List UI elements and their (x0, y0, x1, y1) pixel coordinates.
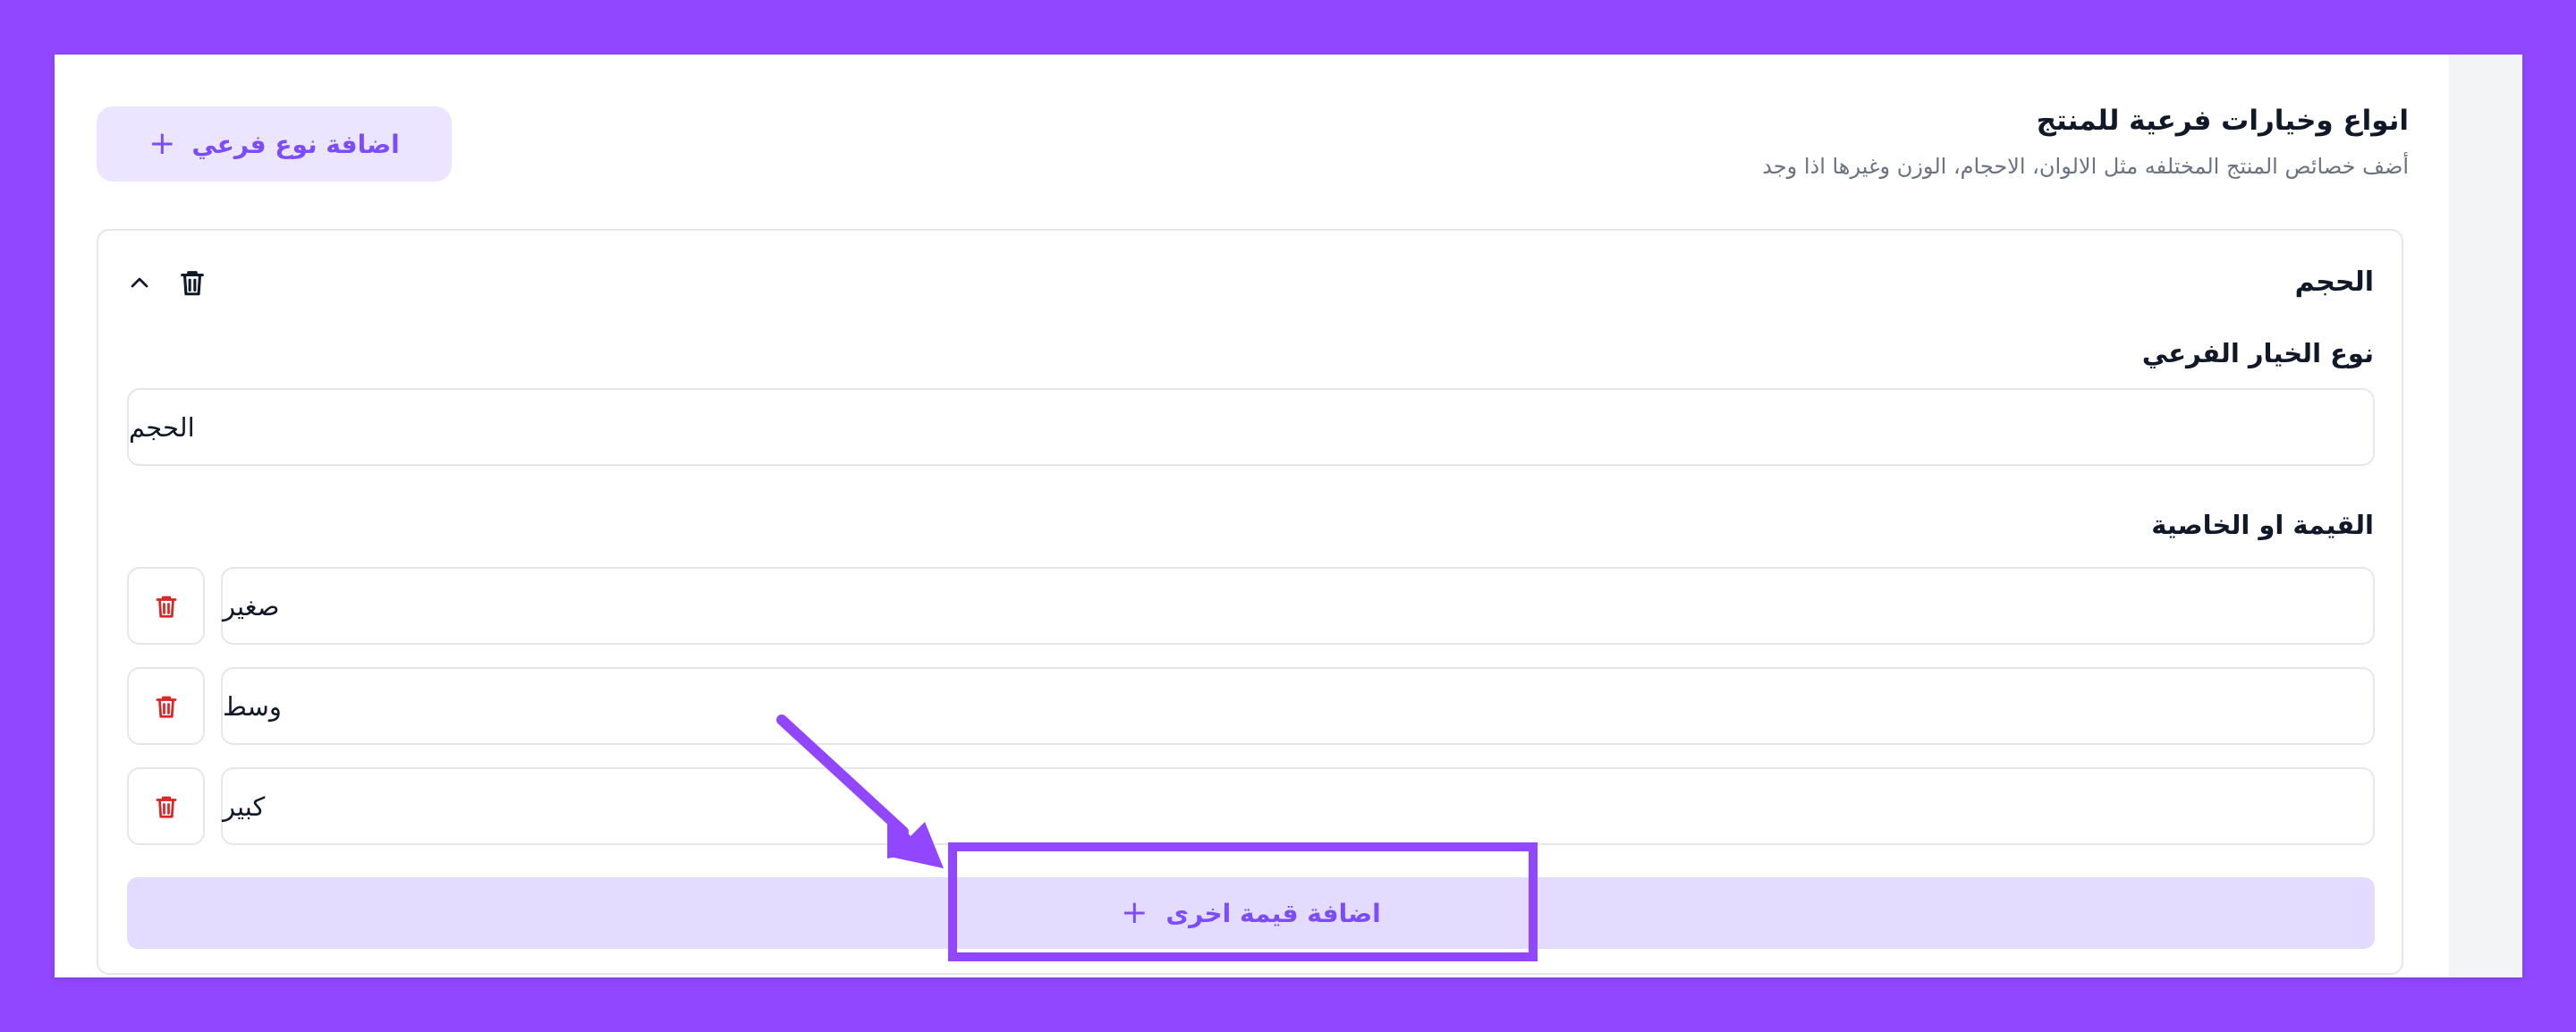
trash-icon (156, 596, 176, 618)
values-label: القيمة او الخاصية (2151, 510, 2374, 540)
delete-value-button[interactable] (127, 667, 205, 745)
value-input[interactable]: وسط (221, 667, 2375, 745)
panel-content: انواع وخيارات فرعية للمنتج أضف خصائص الم… (55, 55, 2449, 977)
add-variant-button[interactable]: اضافة نوع فرعي + (97, 106, 452, 182)
highlight-box (948, 842, 1538, 961)
section-subtitle: أضف خصائص المنتج المختلفه مثل الالوان، ا… (1762, 154, 2409, 179)
plus-icon: + (148, 125, 176, 162)
add-variant-label: اضافة نوع فرعي (191, 129, 400, 159)
trash-icon[interactable] (177, 266, 208, 299)
value-input[interactable]: كبير (221, 767, 2375, 845)
product-variants-panel: انواع وخيارات فرعية للمنتج أضف خصائص الم… (55, 55, 2522, 977)
value-input[interactable]: صغير (221, 567, 2375, 645)
variant-type-label: نوع الخيار الفرعي (2141, 338, 2374, 368)
scrollbar-track[interactable] (2449, 55, 2522, 977)
section-title: انواع وخيارات فرعية للمنتج (2036, 105, 2409, 137)
variant-title: الحجم (2294, 266, 2374, 298)
variant-type-input[interactable]: الحجم (127, 388, 2375, 466)
trash-icon (156, 796, 176, 818)
chevron-up-icon[interactable] (125, 268, 154, 297)
delete-value-button[interactable] (127, 767, 205, 845)
trash-icon (156, 696, 176, 718)
delete-value-button[interactable] (127, 567, 205, 645)
